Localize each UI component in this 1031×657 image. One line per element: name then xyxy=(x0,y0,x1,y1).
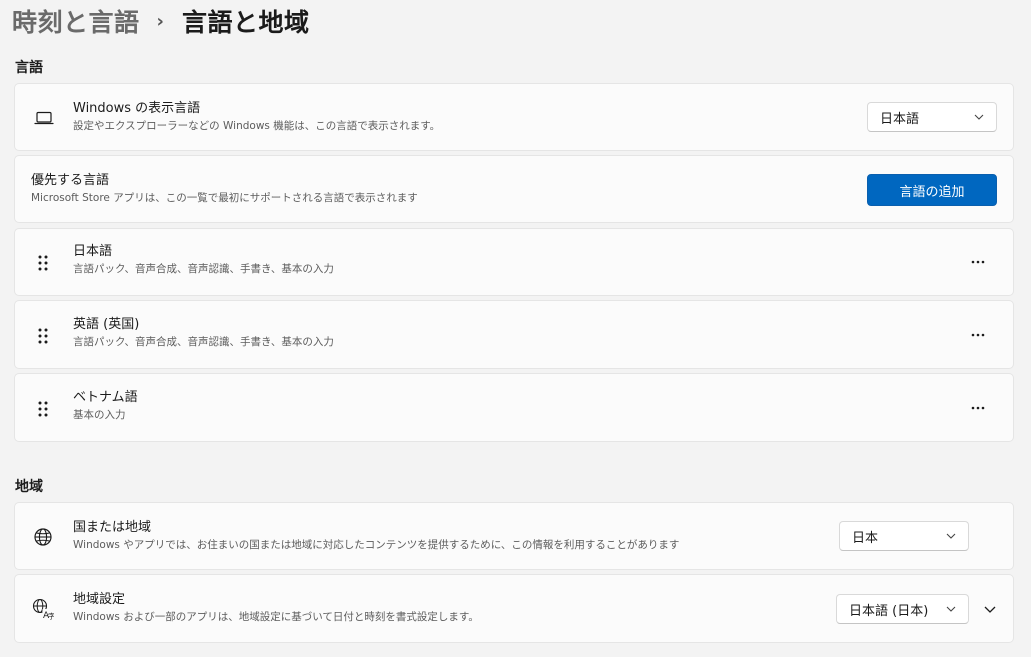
breadcrumb-parent-link[interactable]: 時刻と言語 xyxy=(12,3,140,39)
regional-format-dropdown[interactable]: 日本語 (日本) xyxy=(836,594,969,624)
preferred-languages-card: 優先する言語 Microsoft Store アプリは、この一覧で最初にサポート… xyxy=(14,155,1014,223)
display-language-selected: 日本語 xyxy=(880,111,920,127)
globe-icon xyxy=(31,525,55,549)
regional-format-selected: 日本語 (日本) xyxy=(849,603,929,619)
display-language-subtitle: 設定やエクスプローラーなどの Windows 機能は、この言語で表示されます。 xyxy=(73,120,441,132)
language-features: 言語パック、音声合成、音声認識、手書き、基本の入力 xyxy=(73,336,334,348)
expand-button[interactable] xyxy=(976,595,1004,623)
language-name: 日本語 xyxy=(73,244,113,259)
more-icon xyxy=(971,406,985,410)
more-icon xyxy=(971,260,985,264)
chevron-down-icon xyxy=(946,604,956,614)
preferred-languages-subtitle: Microsoft Store アプリは、この一覧で最初にサポートされる言語で表… xyxy=(31,192,418,204)
chevron-down-icon xyxy=(974,112,984,122)
more-options-button[interactable] xyxy=(962,319,994,351)
language-name: 英語 (英国) xyxy=(73,317,140,332)
regional-format-icon: A 字 xyxy=(31,597,55,621)
country-region-card: 国または地域 Windows やアプリでは、お住まいの国または地域に対応したコン… xyxy=(14,502,1014,570)
breadcrumb-separator: › xyxy=(156,10,164,32)
language-features: 言語パック、音声合成、音声認識、手書き、基本の入力 xyxy=(73,263,334,275)
display-language-dropdown[interactable]: 日本語 xyxy=(867,102,997,132)
page-title: 言語と地域 xyxy=(181,8,310,37)
chevron-down-icon xyxy=(946,531,956,541)
language-region-settings-page: 時刻と言語 › 言語と地域 言語 Windows の表示言語 設定やエクスプロー… xyxy=(0,0,1031,657)
country-region-title: 国または地域 xyxy=(73,520,152,535)
regional-format-title: 地域設定 xyxy=(73,592,126,607)
drag-handle-icon[interactable] xyxy=(33,397,53,421)
section-title-language: 言語 xyxy=(15,60,43,76)
drag-handle-icon[interactable] xyxy=(33,251,53,275)
svg-text:字: 字 xyxy=(48,612,54,621)
regional-format-subtitle: Windows および一部のアプリは、地域設定に基づいて日付と時刻を書式設定しま… xyxy=(73,611,479,623)
more-options-button[interactable] xyxy=(962,246,994,278)
language-item: ベトナム語 基本の入力 xyxy=(14,373,1014,442)
more-options-button[interactable] xyxy=(962,392,994,424)
language-name: ベトナム語 xyxy=(73,390,138,405)
chevron-down-icon xyxy=(984,606,996,613)
section-title-region: 地域 xyxy=(15,479,43,495)
preferred-languages-title: 優先する言語 xyxy=(31,173,110,188)
regional-format-card[interactable]: A 字 地域設定 Windows および一部のアプリは、地域設定に基づいて日付と… xyxy=(14,574,1014,643)
country-region-dropdown[interactable]: 日本 xyxy=(839,521,969,551)
more-icon xyxy=(971,333,985,337)
country-region-subtitle: Windows やアプリでは、お住まいの国または地域に対応したコンテンツを提供す… xyxy=(73,539,680,551)
country-region-selected: 日本 xyxy=(852,530,879,546)
language-item: 英語 (英国) 言語パック、音声合成、音声認識、手書き、基本の入力 xyxy=(14,300,1014,369)
add-language-button[interactable]: 言語の追加 xyxy=(867,174,997,206)
laptop-icon xyxy=(32,106,56,130)
display-language-card: Windows の表示言語 設定やエクスプローラーなどの Windows 機能は… xyxy=(14,83,1014,151)
breadcrumb: 時刻と言語 › 言語と地域 xyxy=(12,2,309,40)
language-features: 基本の入力 xyxy=(73,409,126,421)
language-item: 日本語 言語パック、音声合成、音声認識、手書き、基本の入力 xyxy=(14,228,1014,296)
display-language-title: Windows の表示言語 xyxy=(73,101,201,116)
drag-handle-icon[interactable] xyxy=(33,324,53,348)
